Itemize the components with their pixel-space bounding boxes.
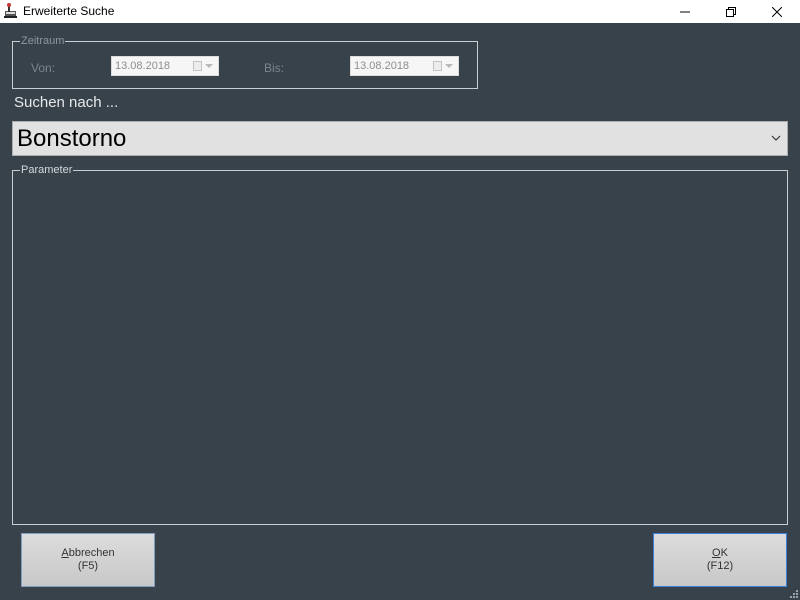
von-date-value: 13.08.2018 bbox=[115, 60, 171, 72]
resize-grip-icon[interactable] bbox=[788, 588, 798, 598]
cancel-label: Abbrechen bbox=[61, 547, 115, 559]
ok-shortcut: (F12) bbox=[706, 560, 734, 572]
title-bar: Erweiterte Suche bbox=[0, 0, 800, 23]
ok-button[interactable]: OK (F12) bbox=[653, 533, 787, 587]
bis-date-picker[interactable]: 13.08.2018 bbox=[350, 56, 459, 76]
calendar-icon bbox=[433, 61, 442, 71]
calendar-icon bbox=[193, 61, 202, 71]
cancel-button[interactable]: Abbrechen (F5) bbox=[21, 533, 155, 587]
von-label: Von: bbox=[31, 61, 56, 75]
maximize-button[interactable] bbox=[708, 0, 754, 23]
minimize-button[interactable] bbox=[662, 0, 708, 23]
close-icon bbox=[772, 6, 782, 17]
dropdown-arrow-icon bbox=[205, 64, 213, 68]
close-button[interactable] bbox=[754, 0, 800, 23]
bis-date-value: 13.08.2018 bbox=[354, 60, 410, 72]
chevron-down-icon bbox=[771, 135, 781, 141]
minimize-icon bbox=[680, 11, 690, 12]
search-label: Suchen nach ... bbox=[14, 94, 119, 111]
bis-label: Bis: bbox=[264, 61, 285, 75]
restore-icon bbox=[726, 6, 736, 17]
search-type-value: Bonstorno bbox=[17, 125, 127, 152]
search-type-select[interactable]: Bonstorno bbox=[12, 121, 788, 156]
dropdown-arrow-icon bbox=[445, 64, 453, 68]
ok-label: OK bbox=[712, 547, 728, 559]
window-title: Erweiterte Suche bbox=[23, 4, 115, 18]
zeitraum-title: Zeitraum bbox=[20, 35, 66, 48]
parameter-title: Parameter bbox=[20, 164, 74, 177]
cancel-shortcut: (F5) bbox=[77, 560, 99, 572]
von-date-picker[interactable]: 13.08.2018 bbox=[111, 56, 219, 76]
parameter-group: Parameter bbox=[12, 164, 788, 525]
app-icon bbox=[3, 3, 19, 19]
